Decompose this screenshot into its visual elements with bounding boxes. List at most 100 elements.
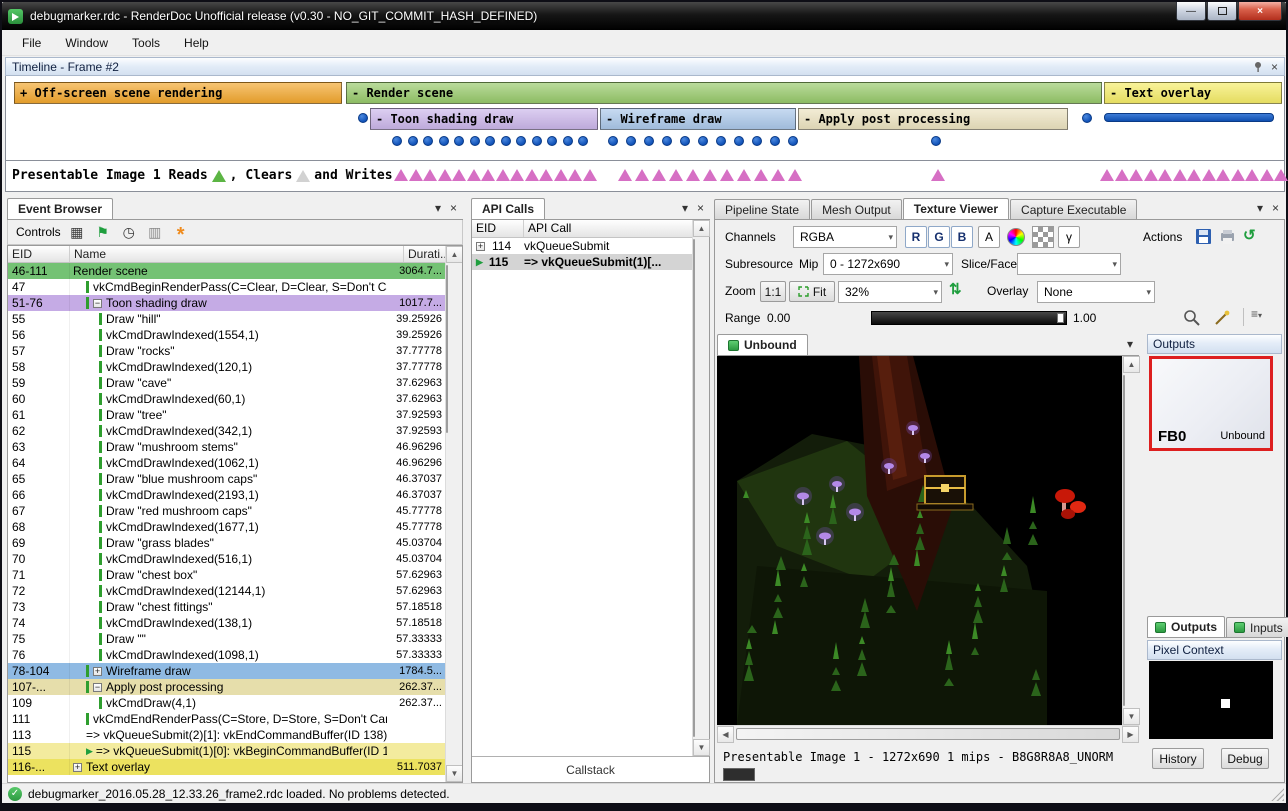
event-row[interactable]: 47vkCmdBeginRenderPass(C=Clear, D=Clear,… [8, 279, 445, 295]
alpha-channel-button[interactable]: A [978, 226, 1000, 248]
scroll-down-icon[interactable]: ▼ [446, 765, 463, 782]
texture-display[interactable] [717, 356, 1122, 725]
range-slider[interactable] [871, 311, 1067, 325]
draw-dot[interactable] [770, 136, 780, 146]
history-button[interactable]: History [1152, 748, 1204, 769]
color-wheel-icon[interactable] [1007, 228, 1025, 246]
maximize-button[interactable] [1207, 2, 1237, 21]
draw-dot[interactable] [485, 136, 495, 146]
event-row[interactable]: 75Draw ""57.33333 [8, 631, 445, 647]
event-row[interactable]: 67Draw "red mushroom caps"45.77778 [8, 503, 445, 519]
draw-dot[interactable] [698, 136, 708, 146]
event-row[interactable]: 62vkCmdDrawIndexed(342,1)37.92593 [8, 423, 445, 439]
draw-dot[interactable] [501, 136, 511, 146]
tab-pipeline-state[interactable]: Pipeline State [714, 199, 810, 219]
api-call-row[interactable]: ▶115=> vkQueueSubmit(1)[... [472, 254, 709, 270]
event-row[interactable]: 115▶=> vkQueueSubmit(1)[0]: vkBeginComma… [8, 743, 445, 759]
gamma-button[interactable]: γ [1058, 226, 1080, 248]
red-channel-button[interactable]: R [905, 226, 927, 248]
green-channel-button[interactable]: G [928, 226, 950, 248]
callstack-section[interactable]: Callstack [472, 756, 709, 782]
draw-dot[interactable] [439, 136, 449, 146]
tab-event-browser[interactable]: Event Browser [7, 198, 113, 219]
fb0-thumbnail[interactable]: FB0 Unbound [1149, 356, 1273, 451]
stats-icon[interactable]: ▥ [145, 222, 165, 242]
scroll-up-icon[interactable]: ▲ [693, 220, 710, 237]
draw-dot[interactable] [734, 136, 744, 146]
event-row[interactable]: 65Draw "blue mushroom caps"46.37037 [8, 471, 445, 487]
debug-button[interactable]: Debug [1221, 748, 1269, 769]
draw-dot[interactable] [644, 136, 654, 146]
event-row[interactable]: 64vkCmdDrawIndexed(1062,1)46.96296 [8, 455, 445, 471]
draw-dot[interactable] [788, 136, 798, 146]
tree-expander-icon[interactable]: + [73, 763, 82, 772]
event-row[interactable]: 69Draw "grass blades"45.03704 [8, 535, 445, 551]
clock-icon[interactable]: ◷ [119, 222, 139, 242]
title-bar[interactable]: debugmarker.rdc - RenderDoc Unofficial r… [2, 2, 1286, 30]
texture-vscrollbar[interactable]: ▲ ▼ [1122, 356, 1139, 725]
star-icon[interactable]: * [171, 222, 191, 242]
event-row[interactable]: 63Draw "mushroom stems"46.96296 [8, 439, 445, 455]
draw-dot[interactable] [626, 136, 636, 146]
pixel-context-view[interactable] [1149, 661, 1273, 739]
draw-dot[interactable] [563, 136, 573, 146]
tab-unbound-texture[interactable]: Unbound [717, 334, 808, 355]
event-row[interactable]: 60vkCmdDrawIndexed(60,1)37.62963 [8, 391, 445, 407]
draw-dot[interactable] [931, 136, 941, 146]
overlay-select[interactable]: None▾ [1037, 281, 1155, 303]
tree-expander-icon[interactable]: + [476, 242, 485, 251]
api-call-row[interactable]: +114vkQueueSubmit [472, 238, 709, 254]
tree-expander-icon[interactable]: − [93, 299, 102, 308]
draw-dot[interactable] [408, 136, 418, 146]
event-browser-scrollbar[interactable]: ▲ ▼ [445, 246, 462, 782]
draw-dot[interactable] [358, 113, 368, 123]
col-name[interactable]: Name [70, 246, 404, 262]
toolbar-overflow-icon[interactable]: ≡▾ [1251, 307, 1262, 321]
menu-window[interactable]: Window [53, 32, 120, 54]
zoom-range-icon[interactable] [1183, 309, 1201, 327]
save-icon[interactable] [1195, 228, 1213, 246]
timeline-bar[interactable]: - Toon shading draw [370, 108, 598, 130]
bookmark-icon[interactable]: ⚑ [93, 222, 113, 242]
scroll-up-icon[interactable]: ▲ [446, 246, 463, 263]
draw-dot[interactable] [547, 136, 557, 146]
event-row[interactable]: 73Draw "chest fittings"57.18518 [8, 599, 445, 615]
col-eid[interactable]: EID [8, 246, 70, 262]
draw-dot[interactable] [578, 136, 588, 146]
api-calls-close-icon[interactable]: × [697, 201, 704, 215]
api-calls-header[interactable]: EID API Call [472, 220, 709, 238]
tab-mesh-output[interactable]: Mesh Output [811, 199, 902, 219]
event-row[interactable]: 61Draw "tree"37.92593 [8, 407, 445, 423]
scroll-down-icon[interactable]: ▼ [693, 739, 710, 756]
flip-y-icon[interactable]: ⇅ [949, 280, 962, 298]
channels-select[interactable]: RGBA▾ [793, 226, 897, 248]
scroll-right-icon[interactable]: ▶ [1122, 726, 1139, 743]
texture-hscrollbar[interactable]: ◀ ▶ [717, 725, 1139, 742]
tab-texture-viewer[interactable]: Texture Viewer [903, 198, 1009, 219]
grid-icon[interactable]: ▦ [67, 222, 87, 242]
zoom-1to1-button[interactable]: 1:1 [760, 281, 786, 302]
texture-list-dropdown-icon[interactable]: ▾ [1127, 337, 1139, 355]
texture-viewer-menu-icon[interactable]: ▾ [1257, 201, 1263, 215]
timeline-bar[interactable]: + Off-screen scene rendering [14, 82, 342, 104]
event-row[interactable]: 70vkCmdDrawIndexed(516,1)45.03704 [8, 551, 445, 567]
menu-tools[interactable]: Tools [120, 32, 172, 54]
menu-file[interactable]: File [10, 32, 53, 54]
event-row[interactable]: 78-104+Wireframe draw1784.5... [8, 663, 445, 679]
scroll-down-icon[interactable]: ▼ [1123, 708, 1140, 725]
api-calls-scrollbar[interactable]: ▲ ▼ [692, 220, 709, 756]
tab-capture-executable[interactable]: Capture Executable [1010, 199, 1137, 219]
minimize-button[interactable]: — [1176, 2, 1206, 21]
event-row[interactable]: 111vkCmdEndRenderPass(C=Store, D=Store, … [8, 711, 445, 727]
timeline-bar[interactable]: - Apply post processing [798, 108, 1068, 130]
event-row[interactable]: 46-111Render scene3064.7... [8, 263, 445, 279]
event-browser-menu-icon[interactable]: ▾ [435, 201, 441, 215]
event-row[interactable]: 57Draw "rocks"37.77778 [8, 343, 445, 359]
draw-dot[interactable] [662, 136, 672, 146]
zoom-fit-button[interactable]: Fit [789, 281, 835, 302]
range-slider-thumb[interactable] [1057, 313, 1064, 323]
menu-help[interactable]: Help [172, 32, 221, 54]
tree-expander-icon[interactable]: + [93, 667, 102, 676]
draw-dot[interactable] [680, 136, 690, 146]
event-row[interactable]: 71Draw "chest box"57.62963 [8, 567, 445, 583]
